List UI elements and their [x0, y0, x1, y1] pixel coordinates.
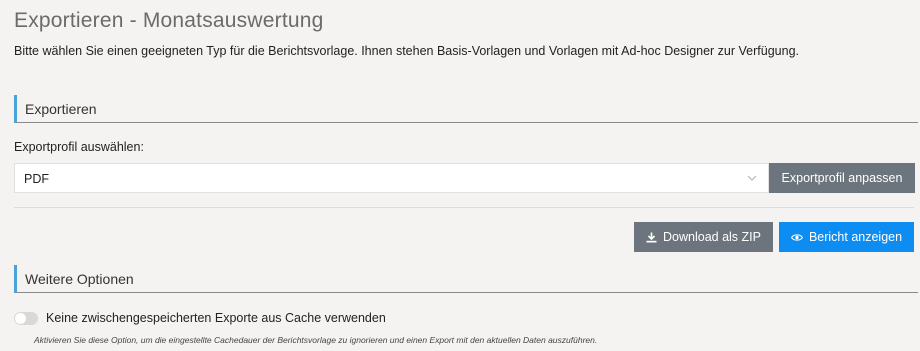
chevron-down-icon	[746, 172, 758, 184]
section-title-export: Exportieren	[25, 101, 97, 117]
customize-export-profile-button[interactable]: Exportprofil anpassen	[769, 163, 915, 193]
cache-toggle-label[interactable]: Keine zwischengespeicherten Exporte aus …	[46, 311, 386, 325]
export-profile-value: PDF	[24, 172, 49, 186]
show-report-button[interactable]: Bericht anzeigen	[779, 222, 914, 252]
download-zip-label: Download als ZIP	[663, 230, 761, 244]
page-title: Exportieren - Monatsauswertung	[14, 9, 324, 32]
page-description: Bitte wählen Sie einen geeigneten Typ fü…	[14, 44, 799, 58]
export-profile-label: Exportprofil auswählen:	[14, 140, 144, 154]
section-header-more-options: Weitere Optionen	[14, 265, 918, 293]
toggle-knob	[15, 313, 26, 324]
section-header-export: Exportieren	[14, 95, 918, 123]
show-report-label: Bericht anzeigen	[808, 230, 903, 244]
cache-toggle[interactable]	[14, 312, 38, 325]
download-zip-button[interactable]: Download als ZIP	[634, 222, 773, 252]
divider	[14, 207, 914, 208]
export-profile-select[interactable]: PDF	[14, 163, 769, 193]
cache-toggle-help-text: Aktivieren Sie diese Option, um die eing…	[34, 335, 598, 345]
customize-export-profile-label: Exportprofil anpassen	[781, 171, 903, 185]
section-title-more-options: Weitere Optionen	[25, 271, 134, 287]
download-icon	[646, 232, 657, 243]
eye-icon	[790, 233, 803, 242]
